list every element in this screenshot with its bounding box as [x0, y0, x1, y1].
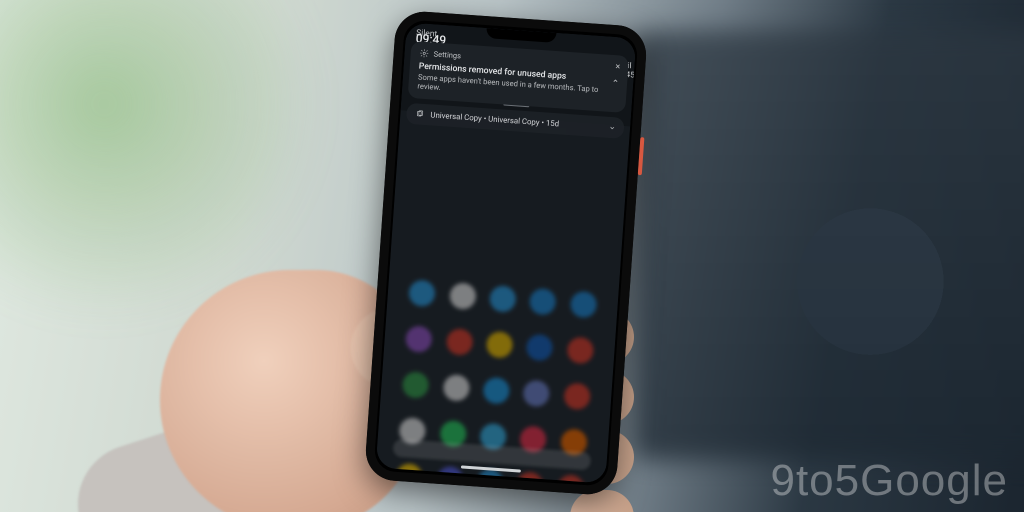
background-monitor: [634, 30, 1024, 460]
app-icon: [395, 463, 423, 484]
app-icon: [445, 328, 473, 356]
chevron-down-icon[interactable]: ⌄: [608, 122, 616, 133]
app-icon: [442, 374, 470, 402]
app-icon: [408, 279, 436, 307]
app-icon: [449, 282, 477, 310]
copy-icon: [415, 109, 425, 119]
notification-summary: Universal Copy • Universal Copy • 15d: [430, 110, 559, 128]
background-plant: [0, 0, 320, 320]
app-icon: [529, 288, 557, 316]
app-icon: [482, 377, 510, 405]
app-icon: [516, 471, 544, 483]
app-icon: [570, 291, 598, 319]
app-icon: [405, 325, 433, 353]
app-icon: [566, 337, 594, 365]
gear-icon: [419, 49, 429, 59]
photo-scene: 09:49 Tue, Sep 29 3G Until 08:45: [0, 0, 1024, 512]
app-icon: [557, 474, 585, 483]
notification-app-name: Settings: [433, 49, 461, 60]
app-icon: [489, 285, 517, 313]
app-icon: [436, 466, 464, 484]
watermark: 9to5Google: [770, 456, 1008, 506]
app-icon: [526, 334, 554, 362]
phone: 09:49 Tue, Sep 29 3G Until 08:45: [364, 10, 648, 496]
app-icon: [563, 382, 591, 410]
phone-screen[interactable]: 09:49 Tue, Sep 29 3G Until 08:45: [376, 23, 637, 484]
app-icon: [402, 371, 430, 399]
app-icon: [523, 380, 551, 408]
dismiss-icon[interactable]: ×: [615, 62, 620, 72]
app-icon: [486, 331, 514, 359]
